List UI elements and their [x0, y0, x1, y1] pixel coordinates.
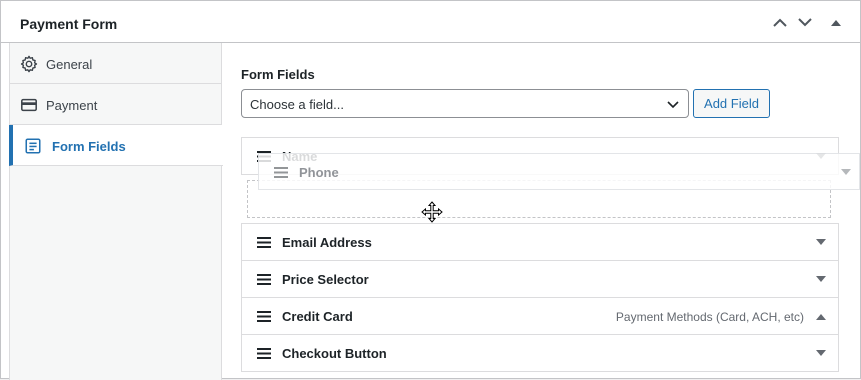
tab-payment[interactable]: Payment [10, 84, 222, 125]
field-row-checkout-button[interactable]: Checkout Button [241, 334, 839, 372]
chevron-down-icon[interactable] [794, 11, 816, 33]
field-label: Price Selector [282, 272, 369, 287]
sidebar: General Payment Form Fields [9, 43, 223, 380]
field-type-select-value: Choose a field... [250, 97, 344, 112]
field-label: Credit Card [282, 309, 353, 324]
field-label: Email Address [282, 235, 372, 250]
tab-general-label: General [46, 57, 93, 72]
field-row-price-selector[interactable]: Price Selector [241, 260, 839, 298]
panel-header: Payment Form [1, 1, 860, 43]
drag-handle-icon[interactable] [274, 167, 288, 178]
drag-handle-icon[interactable] [257, 274, 271, 285]
expand-toggle-icon[interactable] [816, 239, 826, 246]
drag-handle-icon[interactable] [257, 311, 271, 322]
field-meta: Payment Methods (Card, ACH, etc) [615, 310, 804, 324]
expand-toggle-icon[interactable] [841, 169, 851, 176]
field-label: Phone [299, 165, 339, 180]
tab-general[interactable]: General [10, 43, 222, 84]
expand-toggle-icon[interactable] [816, 350, 826, 357]
expand-toggle-icon[interactable] [816, 276, 826, 283]
dragging-field-row-phone[interactable]: Phone [258, 153, 860, 190]
triangle-up-icon[interactable] [825, 11, 847, 33]
form-fields-heading: Form Fields [241, 67, 315, 82]
tab-form-fields-label: Form Fields [52, 139, 126, 154]
field-type-select[interactable]: Choose a field... [241, 89, 689, 118]
move-cursor-icon [421, 201, 443, 223]
main-content: Form Fields Choose a field... Add Field … [223, 43, 861, 380]
form-list-icon [25, 138, 41, 154]
tab-form-fields[interactable]: Form Fields [9, 125, 223, 166]
tab-payment-label: Payment [46, 98, 98, 113]
chevron-up-icon[interactable] [769, 11, 791, 33]
add-field-button[interactable]: Add Field [693, 89, 770, 118]
field-label: Checkout Button [282, 346, 387, 361]
collapse-toggle-icon[interactable] [816, 313, 826, 320]
field-row-credit-card[interactable]: Credit Card Payment Methods (Card, ACH, … [241, 297, 839, 335]
payment-form-panel: Payment Form General Payment Form Fields… [0, 0, 861, 380]
drag-handle-icon[interactable] [257, 348, 271, 359]
credit-card-icon [21, 98, 37, 112]
panel-title: Payment Form [20, 16, 118, 32]
chevron-down-icon [667, 101, 679, 109]
field-row-email-address[interactable]: Email Address [241, 223, 839, 261]
gear-icon [20, 55, 38, 73]
drag-handle-icon[interactable] [257, 237, 271, 248]
